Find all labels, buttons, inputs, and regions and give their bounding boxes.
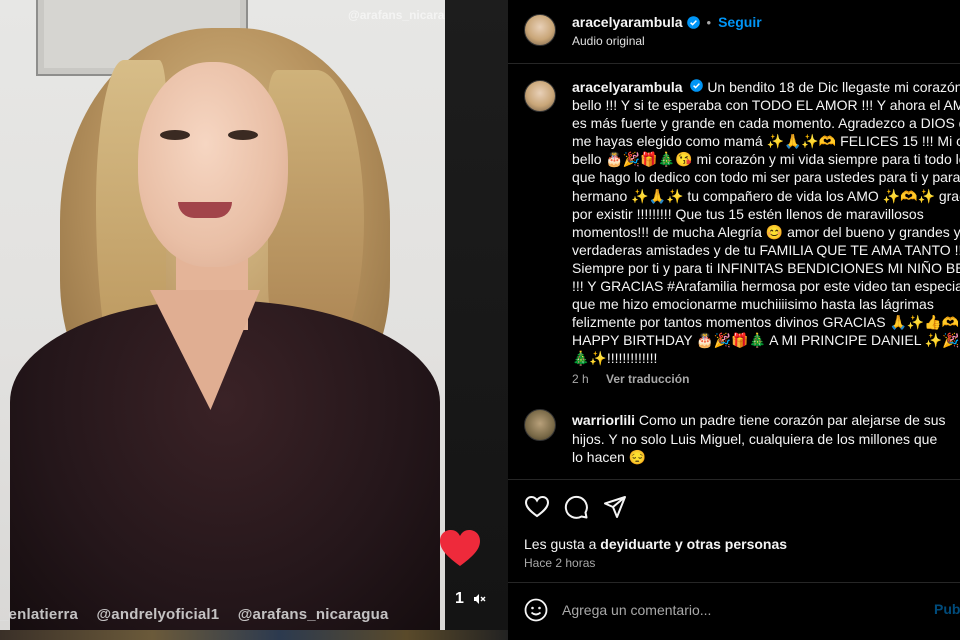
caption-avatar[interactable]	[524, 80, 556, 112]
publish-button[interactable]: Publicar	[934, 601, 960, 617]
video-frame: @arafans_nicaragua	[0, 0, 445, 630]
comment-input[interactable]	[562, 599, 902, 621]
mute-icon[interactable]	[472, 592, 486, 606]
share-icon[interactable]	[602, 494, 628, 520]
separator-dot: •	[706, 14, 712, 30]
play-count: 1	[455, 590, 464, 607]
caption-time: 2 h	[572, 372, 589, 386]
likes-summary[interactable]: Les gusta a deyiduarte y otras personas	[524, 536, 787, 552]
eye-left	[160, 130, 190, 140]
watermark-bar: _enlatierra @andrelyoficial1 @arafans_ni…	[0, 606, 445, 623]
eye-right	[228, 130, 258, 140]
watermark-1: _enlatierra	[0, 606, 79, 623]
heart-outline-icon[interactable]	[524, 494, 550, 520]
likes-prefix: Les gusta a	[524, 536, 597, 552]
translate-button[interactable]: Ver traducción	[606, 372, 689, 386]
comment-avatar[interactable]	[524, 409, 556, 441]
filmstrip	[0, 630, 508, 640]
header-username[interactable]: aracelyarambula	[572, 14, 683, 30]
caption-meta: 2 h Ver traducción	[572, 372, 689, 386]
watermark-2: @andrelyoficial1	[96, 606, 220, 623]
post-caption: aracelyarambula Un bendito 18 de Dic lle…	[508, 64, 960, 479]
comment-icon[interactable]	[563, 494, 589, 520]
reel-video[interactable]: @arafans_nicaragua _enlatierra @andrelyo…	[0, 0, 508, 640]
avatar[interactable]	[524, 14, 556, 46]
post-header: aracelyarambula • Seguir Audio original	[508, 0, 960, 64]
comment-username[interactable]: warriorlili	[572, 412, 635, 428]
caption-username[interactable]: aracelyarambula	[572, 79, 683, 95]
heart-icon[interactable]	[438, 528, 482, 568]
mouth	[178, 202, 232, 218]
verified-badge-icon	[690, 79, 704, 92]
likes-user[interactable]: deyiduarte	[600, 536, 671, 552]
post-actions: Les gusta a deyiduarte y otras personas …	[508, 479, 960, 582]
emoji-icon[interactable]	[524, 598, 548, 622]
watermark-3: @arafans_nicaragua	[237, 606, 389, 623]
comment: warriorlili Como un padre tiene corazón …	[572, 411, 952, 467]
face-shape	[138, 62, 288, 267]
comment-bar: Publicar	[508, 582, 960, 640]
likes-suffix[interactable]: y otras personas	[675, 536, 787, 552]
verified-badge-icon	[686, 15, 700, 29]
caption-body: Un bendito 18 de Dic llegaste mi corazón…	[572, 79, 960, 367]
caption-text: aracelyarambula Un bendito 18 de Dic lle…	[572, 78, 960, 368]
follow-button[interactable]: Seguir	[718, 14, 762, 30]
watermark-top: @arafans_nicaragua	[348, 8, 445, 22]
audio-link[interactable]: Audio original	[572, 34, 645, 48]
post-panel: aracelyarambula • Seguir Audio original …	[508, 0, 960, 640]
post-time: Hace 2 horas	[524, 556, 596, 570]
header-name-row: aracelyarambula • Seguir	[572, 14, 762, 30]
